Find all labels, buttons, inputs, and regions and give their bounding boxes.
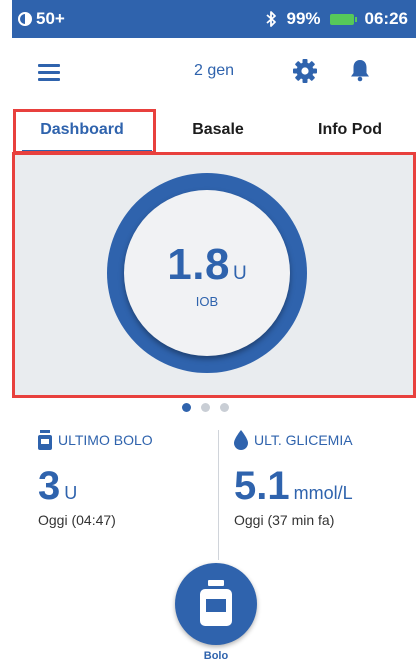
page-dot-active xyxy=(182,403,191,412)
last-bolus-value: 3U xyxy=(38,466,218,506)
last-bolus-unit: U xyxy=(64,483,78,503)
app-bar: 2 gen xyxy=(12,38,416,106)
tab-bar: Dashboard Basale Info Pod xyxy=(12,106,416,256)
status-right: 99% 06:26 xyxy=(265,9,408,29)
status-left: 50+ xyxy=(18,9,65,29)
last-bolus-time: Oggi (04:47) xyxy=(38,512,116,528)
bell-icon[interactable] xyxy=(349,58,371,82)
dashboard-panel: 1.8 U IOB xyxy=(12,152,416,398)
tab-info-pod[interactable]: Info Pod xyxy=(284,106,416,154)
clock: 06:26 xyxy=(364,9,408,28)
notification-count: 50+ xyxy=(36,9,65,28)
tab-basale[interactable]: Basale xyxy=(152,106,284,154)
last-glucose-value: 5.1 mmol/L xyxy=(234,466,414,506)
last-bolus-card: ULTIMO BOLO 3U Oggi (04:47) xyxy=(38,428,218,548)
last-glucose-title: ULT. GLICEMIA xyxy=(254,432,353,448)
iob-label: IOB xyxy=(195,294,219,309)
last-bolus-number: 3 xyxy=(38,464,61,508)
date-title: 2 gen xyxy=(193,62,235,79)
last-bolus-header: ULTIMO BOLO xyxy=(38,428,218,452)
iob-number: 1.8 xyxy=(167,240,230,289)
vial-icon xyxy=(38,430,52,450)
bolus-label[interactable]: Bolo xyxy=(175,650,257,662)
last-glucose-time: Oggi (37 min fa) xyxy=(234,512,335,528)
tab-highlight-box xyxy=(13,109,156,154)
last-glucose-number: 5.1 xyxy=(234,464,290,508)
card-divider xyxy=(218,430,219,560)
battery-percent: 99% xyxy=(286,9,321,28)
notification-badge-icon xyxy=(18,12,32,26)
battery-icon xyxy=(329,13,357,25)
page-dot xyxy=(220,403,229,412)
bolus-button[interactable] xyxy=(175,563,257,645)
status-bar: 50+ 99% 06:26 xyxy=(12,0,416,38)
iob-unit: U xyxy=(232,263,247,284)
phone-screen: 50+ 99% 06:26 2 gen Dashboard Basale Inf… xyxy=(12,0,416,666)
page-dot xyxy=(201,403,210,412)
page-indicator xyxy=(182,403,229,412)
last-glucose-header: ULT. GLICEMIA xyxy=(234,428,414,452)
last-bolus-title: ULTIMO BOLO xyxy=(58,432,153,448)
bluetooth-icon xyxy=(266,11,277,27)
last-glucose-unit: mmol/L xyxy=(293,483,353,503)
iob-circle[interactable]: 1.8 U IOB xyxy=(124,190,290,356)
iob-value: 1.8 U xyxy=(124,240,290,290)
last-glucose-card: ULT. GLICEMIA 5.1 mmol/L Oggi (37 min fa) xyxy=(234,428,414,548)
blood-drop-icon xyxy=(234,430,248,450)
iob-ring: 1.8 U IOB xyxy=(107,173,307,373)
menu-icon[interactable] xyxy=(38,64,60,81)
bolus-vial-icon xyxy=(200,580,232,626)
gear-icon[interactable] xyxy=(292,58,318,84)
